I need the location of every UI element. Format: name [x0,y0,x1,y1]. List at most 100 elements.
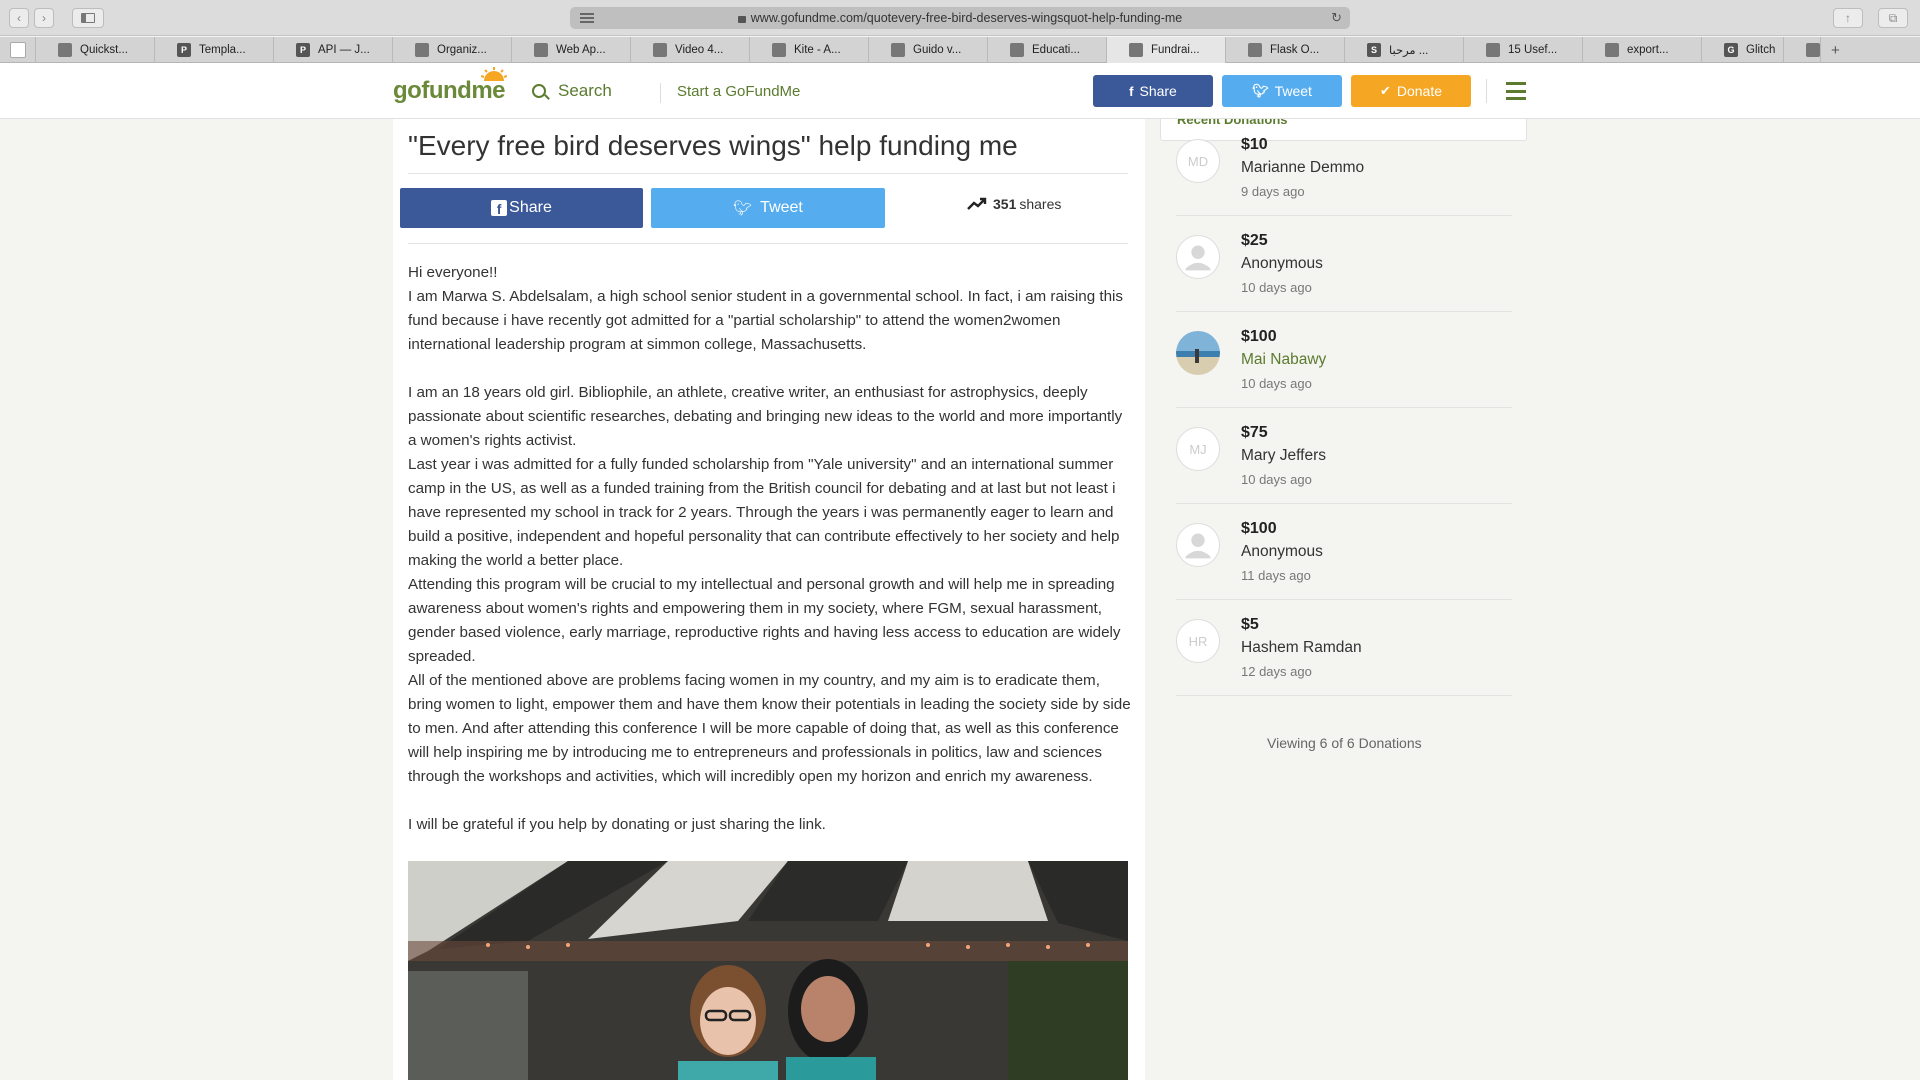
donation-item: $25 Anonymous 10 days ago [1176,216,1512,312]
favicon-icon [1605,43,1619,57]
twitter-icon: 🐦︎ [1252,83,1269,98]
donor-initials-avatar: MJ [1176,427,1220,471]
browser-tab[interactable]: export... [1583,37,1702,63]
search-link[interactable]: Search [532,81,612,101]
reader-icon[interactable] [580,13,594,23]
tab-label: Organiz... [437,44,487,56]
tab-label: Guido v... [913,44,962,56]
campaign-share-label: Share [509,199,552,216]
forward-button[interactable]: › [34,8,54,28]
browser-tab[interactable]: Educati... [988,37,1107,63]
donation-time: 10 days ago [1241,280,1312,295]
sun-icon [481,67,507,81]
anonymous-user-icon [1176,523,1220,567]
story-paragraph: Hi everyone!! [408,264,498,281]
donor-initials-avatar: HR [1176,619,1220,663]
donation-amount: $100 [1241,520,1277,537]
favicon-icon [1486,43,1500,57]
tab-strip: Quickst... P Templa... P API — J... Organiz..… [0,37,1920,63]
favicon-icon [772,43,786,57]
donation-time: 12 days ago [1241,664,1312,679]
new-tab-button[interactable]: + [1821,37,1851,63]
share-page-button[interactable]: ↑ [1833,8,1863,28]
reload-icon[interactable]: ↻ [1331,10,1342,26]
favicon-icon [891,43,905,57]
anonymous-user-icon [1176,235,1220,279]
browser-tab[interactable]: J... [1784,37,1821,63]
browser-tab[interactable]: Guido v... [869,37,988,63]
donation-time: 10 days ago [1241,472,1312,487]
twitter-icon: 🐦︎ [733,200,753,217]
logo-fund: fund [421,77,472,104]
hamburger-menu-icon[interactable] [1506,82,1526,100]
site-header: gofundme Search Start a GoFundMe f Share… [0,63,1920,119]
donation-time: 11 days ago [1241,568,1311,583]
tab-label: Kite - A... [794,44,841,56]
tab-new-page[interactable] [0,37,36,63]
donations-count[interactable]: Viewing 6 of 6 Donations [1267,735,1422,751]
favicon-icon [1248,43,1262,57]
browser-tab[interactable]: Fundrai... [1107,37,1226,63]
donation-item: $100 Mai Nabawy 10 days ago [1176,312,1512,408]
tab-label: Video 4... [675,44,724,56]
address-bar[interactable]: www.gofundme.com/quotevery-free-bird-des… [570,7,1350,29]
campaign-tweet-button[interactable]: 🐦︎ Tweet [651,188,885,228]
browser-tab[interactable]: G Glitch [1702,37,1784,63]
show-tabs-button[interactable]: ⧉ [1878,8,1908,28]
browser-tab[interactable]: Kite - A... [750,37,869,63]
browser-tab[interactable]: Web Ap... [512,37,631,63]
donation-item: MJ $75 Mary Jeffers 10 days ago [1176,408,1512,504]
tab-label: Web Ap... [556,44,606,56]
blank-page-icon [10,42,26,58]
campaign-photo[interactable] [408,861,1128,1080]
header-share-button[interactable]: f Share [1093,75,1213,107]
logo-me: me [471,77,505,104]
browser-tab[interactable]: Video 4... [631,37,750,63]
tab-label: Quickst... [80,44,128,56]
campaign-photo-image [408,861,1128,1080]
start-gofundme-link[interactable]: Start a GoFundMe [677,83,800,100]
tab-label: Templa... [199,44,246,56]
campaign-tweet-label: Tweet [760,199,803,216]
story-paragraph: I will be grateful if you help by donati… [408,816,826,833]
address-url: www.gofundme.com/quotevery-free-bird-des… [750,11,1183,25]
sidebar-toggle-button[interactable] [72,8,104,28]
donation-amount: $100 [1241,328,1277,345]
browser-tab[interactable]: P API — J... [274,37,393,63]
donation-time: 9 days ago [1241,184,1305,199]
plus-icon: + [1831,41,1840,59]
story-paragraph: Attending this program will be crucial t… [408,576,1121,665]
sidebar-icon [81,13,95,23]
trending-up-icon [967,197,987,210]
donor-name: Anonymous [1241,543,1323,560]
tab-label: export... [1627,44,1669,56]
share-count-label: shares [1019,196,1062,212]
donation-amount: $10 [1241,136,1268,153]
browser-tab[interactable]: Flask O... [1226,37,1345,63]
tab-label: Glitch [1746,44,1776,56]
donation-item: $100 Anonymous 11 days ago [1176,504,1512,600]
browser-tab[interactable]: S مرحبا ... [1345,37,1464,63]
favicon-icon: P [177,43,191,57]
story-spacer [408,357,1133,381]
favicon-icon [415,43,429,57]
share-count: 351 shares [967,196,1061,212]
campaign-share-button[interactable]: f Share [400,188,643,228]
tabs-icon: ⧉ [1888,10,1898,25]
header-tweet-button[interactable]: 🐦︎ Tweet [1222,75,1342,107]
browser-tab[interactable]: Organiz... [393,37,512,63]
browser-tab[interactable]: P Templa... [155,37,274,63]
story-paragraph: All of the mentioned above are problems … [408,672,1131,785]
back-button[interactable]: ‹ [9,8,29,28]
donor-name[interactable]: Mai Nabawy [1241,351,1326,369]
browser-tab[interactable]: 15 Usef... [1464,37,1583,63]
header-donate-button[interactable]: ✔ Donate [1351,75,1471,107]
header-tweet-label: Tweet [1274,83,1312,99]
browser-tab[interactable]: Quickst... [36,37,155,63]
share-count-number: 351 [993,196,1017,212]
header-share-label: Share [1139,83,1177,99]
tab-label: API — J... [318,44,370,56]
browser-titlebar: ‹ › www.gofundme.com/quotevery-free-bird… [0,0,1920,36]
donor-initials-avatar: MD [1176,139,1220,183]
gofundme-logo[interactable]: gofundme [393,67,507,105]
